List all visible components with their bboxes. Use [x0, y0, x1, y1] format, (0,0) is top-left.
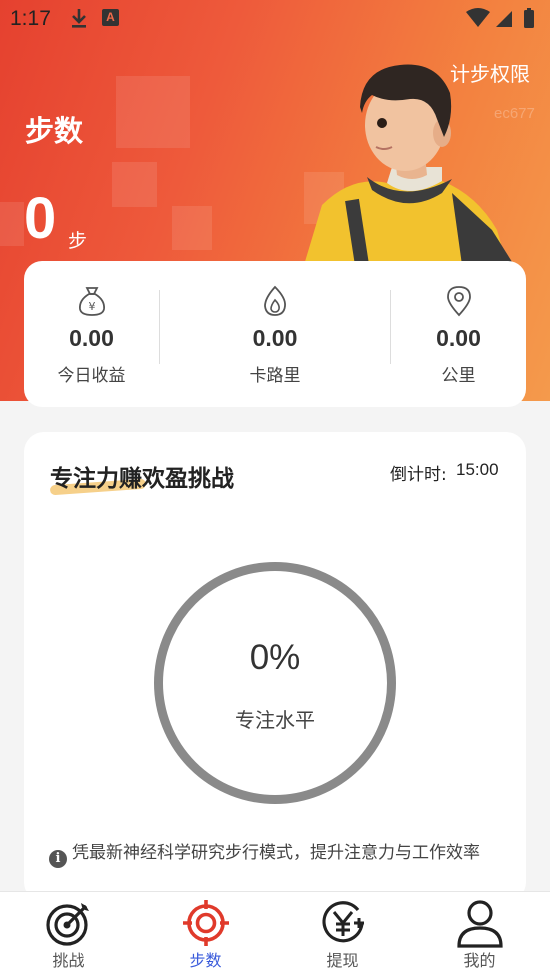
countdown-label: 倒计时: — [390, 465, 447, 485]
yen-coin-icon — [321, 901, 364, 943]
step-count-value: 0 — [24, 186, 57, 251]
focus-percent: 0% — [249, 638, 301, 677]
target-arrow-icon — [45, 903, 89, 946]
tab-label: 我的 — [463, 951, 496, 970]
status-time: 1:17 — [10, 7, 51, 30]
tab-withdraw[interactable]: 提现 — [274, 892, 411, 979]
calories-label: 卡路里 — [249, 366, 301, 386]
decor-square — [112, 162, 157, 207]
person-icon — [456, 900, 503, 948]
stat-earnings: ¥ 0.00 今日收益 — [24, 261, 159, 407]
decor-square — [0, 202, 24, 246]
wifi-icon — [466, 8, 490, 27]
bottom-tab-bar: 挑战 步数 提现 我的 — [0, 891, 550, 979]
tab-challenge[interactable]: 挑战 — [0, 892, 137, 979]
info-icon: i — [49, 850, 67, 868]
flame-icon — [264, 285, 286, 316]
money-bag-icon: ¥ — [78, 287, 105, 316]
countdown-value: 15:00 — [456, 460, 499, 479]
tab-label: 提现 — [326, 951, 359, 970]
page-title: 步数 — [25, 114, 84, 148]
focus-level-label: 专注水平 — [235, 708, 315, 732]
calories-value: 0.00 — [252, 325, 298, 351]
battery-icon — [524, 10, 534, 28]
system-status-icons — [466, 8, 534, 28]
download-icon — [72, 9, 86, 28]
challenge-description: 凭最新神经科学研究步行模式，提升注意力与工作效率 — [72, 843, 480, 863]
tab-label: 挑战 — [52, 951, 85, 970]
step-unit-label: 步 — [68, 230, 88, 252]
earnings-value: 0.00 — [69, 325, 114, 351]
earnings-label: 今日收益 — [57, 366, 126, 386]
focus-challenge-card: 专注力赚欢盈挑战 倒计时: 15:00 0% 专注水平 i 凭最新神经科学研究步… — [24, 432, 526, 902]
app-notification-icon: A — [102, 9, 119, 26]
tab-steps[interactable]: 步数 — [137, 892, 274, 979]
crosshair-icon — [182, 900, 229, 946]
boy-illustration — [304, 64, 514, 265]
distance-label: 公里 — [441, 366, 476, 386]
focus-progress-ring — [154, 562, 396, 804]
location-pin-icon — [446, 286, 471, 317]
svg-text:¥: ¥ — [88, 300, 95, 313]
stat-calories: 0.00 卡路里 — [160, 261, 390, 407]
decor-square — [172, 206, 212, 250]
signal-icon — [496, 11, 512, 27]
challenge-title: 专注力赚欢盈挑战 — [50, 466, 234, 492]
distance-value: 0.00 — [436, 325, 481, 351]
status-bar: 1:17 A — [0, 0, 550, 38]
decor-square — [116, 76, 190, 148]
tab-profile[interactable]: 我的 — [411, 892, 548, 979]
stat-distance: 0.00 公里 — [391, 261, 526, 407]
stats-card: ¥ 0.00 今日收益 0.00 卡路里 0.00 公里 — [24, 261, 526, 407]
tab-label: 步数 — [189, 951, 222, 970]
